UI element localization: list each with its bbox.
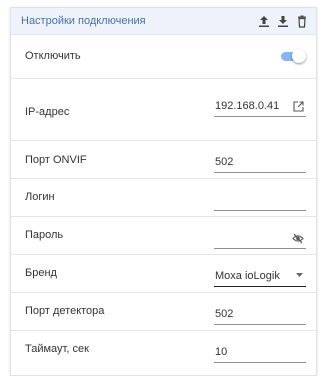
- timeout-field[interactable]: 10: [214, 341, 306, 363]
- trash-icon[interactable]: [296, 15, 308, 28]
- row-disable: Отключить: [11, 35, 316, 79]
- eye-off-icon[interactable]: [292, 233, 304, 244]
- disable-toggle[interactable]: [281, 49, 306, 63]
- brand-value: Moxa ioLogik: [215, 270, 280, 282]
- row-onvif-port: Порт ONVIF 502: [11, 141, 316, 179]
- download-icon[interactable]: [277, 15, 289, 28]
- password-label: Пароль: [25, 229, 64, 241]
- onvif-port-field[interactable]: 502: [214, 151, 306, 173]
- panel-title: Настройки подключения: [21, 15, 146, 27]
- row-timeout: Таймаут, сек 10: [11, 331, 316, 371]
- row-detector-port: Порт детектора 502: [11, 293, 316, 331]
- chevron-down-icon[interactable]: [295, 272, 304, 278]
- row-login: Логин: [11, 179, 316, 217]
- row-ip: IP-адрес 192.168.0.41: [11, 79, 316, 141]
- onvif-port-label: Порт ONVIF: [25, 154, 87, 166]
- ip-field[interactable]: 192.168.0.41: [214, 95, 306, 117]
- toggle-knob: [292, 49, 306, 63]
- timeout-value: 10: [215, 346, 228, 358]
- login-label: Логин: [25, 191, 55, 203]
- header-actions: [258, 15, 308, 28]
- brand-label: Бренд: [25, 267, 57, 279]
- external-link-icon[interactable]: [293, 101, 304, 112]
- onvif-port-value: 502: [215, 156, 234, 168]
- ip-label: IP-адрес: [25, 106, 70, 118]
- timeout-label: Таймаут, сек: [25, 343, 89, 355]
- row-password: Пароль: [11, 217, 316, 255]
- connection-settings-panel: Настройки подключения Отключить IP-адрес…: [10, 7, 317, 376]
- login-field[interactable]: [214, 189, 306, 211]
- detector-port-field[interactable]: 502: [214, 303, 306, 325]
- password-field[interactable]: [214, 227, 306, 249]
- detector-port-label: Порт детектора: [25, 305, 105, 317]
- ip-value: 192.168.0.41: [215, 100, 280, 112]
- disable-label: Отключить: [25, 50, 81, 62]
- upload-icon[interactable]: [258, 15, 270, 28]
- brand-select[interactable]: Moxa ioLogik: [214, 265, 306, 287]
- detector-port-value: 502: [215, 308, 234, 320]
- panel-header: Настройки подключения: [11, 8, 316, 35]
- row-brand: Бренд Moxa ioLogik: [11, 255, 316, 293]
